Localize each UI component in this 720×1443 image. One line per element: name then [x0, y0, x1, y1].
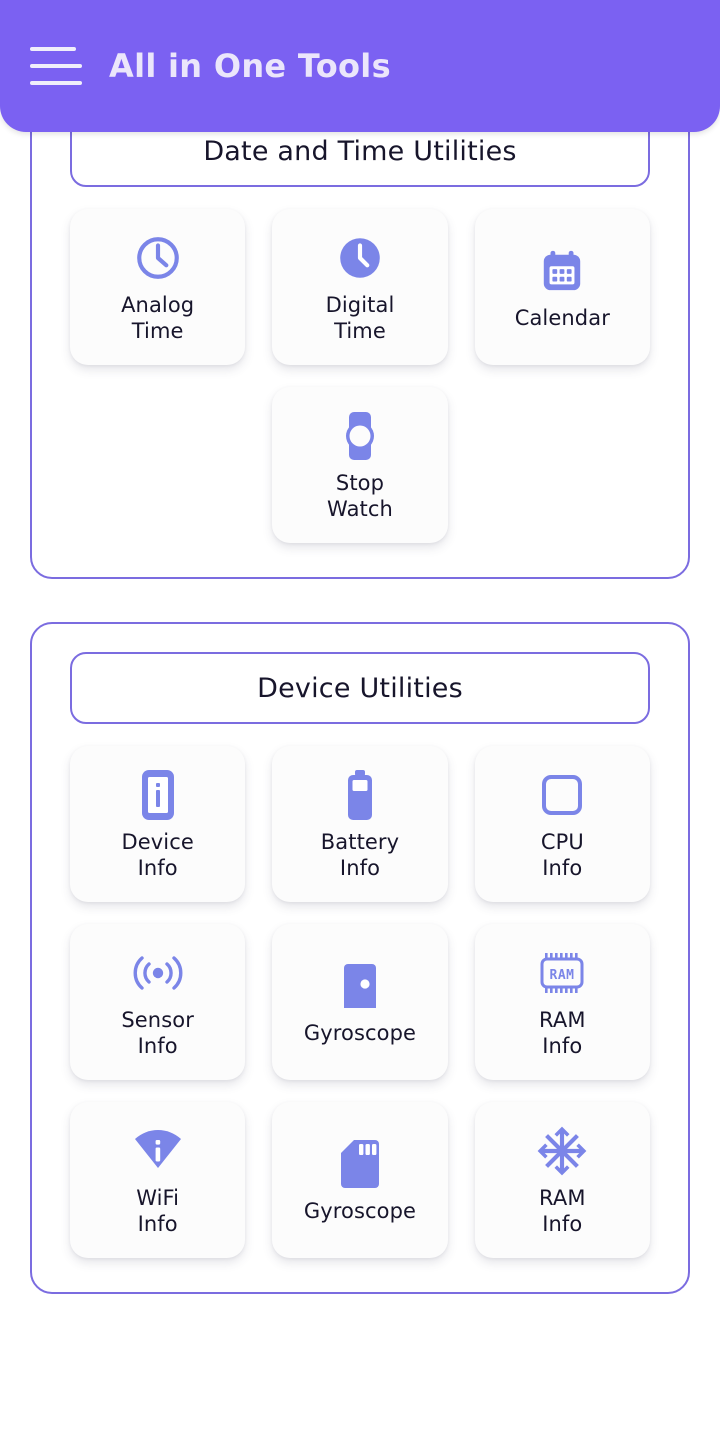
tile-label: Analog Time — [121, 293, 195, 343]
stopwatch-watch-icon — [337, 407, 383, 465]
tile-sensor-info[interactable]: Sensor Info — [70, 924, 246, 1080]
snowflake-icon — [537, 1122, 587, 1180]
tile-calendar[interactable]: Calendar — [474, 209, 650, 365]
sd-card-icon — [340, 1135, 380, 1193]
tile-label: Digital Time — [325, 293, 395, 343]
section-device-utilities: Device Utilities Device Info Battery Inf… — [30, 622, 690, 1294]
tile-label: Gyroscope — [303, 1021, 417, 1046]
cpu-square-icon — [540, 766, 584, 824]
tile-ram-info-2[interactable]: RAM Info — [474, 1102, 650, 1258]
hamburger-menu-icon[interactable] — [30, 43, 82, 89]
tile-label: Calendar — [514, 306, 610, 331]
tile-grid-date-time: Analog Time Digital Time Calendar Stop W… — [70, 209, 650, 543]
app-bar: All in One Tools — [0, 0, 720, 132]
tile-wifi-info[interactable]: WiFi Info — [70, 1102, 246, 1258]
tile-device-info[interactable]: Device Info — [70, 746, 246, 902]
section-title: Device Utilities — [257, 672, 463, 704]
gyroscope-icon — [340, 957, 380, 1015]
sensor-broadcast-icon — [132, 944, 184, 1002]
section-title: Date and Time Utilities — [203, 135, 517, 167]
tile-analog-time[interactable]: Analog Time — [70, 209, 246, 365]
tile-digital-time[interactable]: Digital Time — [272, 209, 448, 365]
wifi-info-icon — [132, 1122, 184, 1180]
digital-clock-icon — [335, 229, 385, 287]
section-date-and-time-utilities: Date and Time Utilities Analog Time Digi… — [30, 85, 690, 579]
ram-chip-icon: RAM — [536, 944, 588, 1002]
tile-gyroscope-1[interactable]: Gyroscope — [272, 924, 448, 1080]
analog-clock-icon — [133, 229, 183, 287]
tile-battery-info[interactable]: Battery Info — [272, 746, 448, 902]
hamburger-line — [30, 81, 82, 85]
tile-label: Sensor Info — [121, 1008, 194, 1058]
tile-stop-watch[interactable]: Stop Watch — [272, 387, 448, 543]
app-screen: Date and Time Utilities Analog Time Digi… — [0, 0, 720, 1443]
tile-label: RAM Info — [539, 1008, 586, 1058]
tile-cpu-info[interactable]: CPU Info — [474, 746, 650, 902]
tile-label: WiFi Info — [136, 1186, 180, 1236]
tile-label: Device Info — [121, 830, 194, 880]
tile-label: RAM Info — [539, 1186, 586, 1236]
calendar-icon — [539, 242, 585, 300]
tile-ram-info-1[interactable]: RAM RAM Info — [474, 924, 650, 1080]
tile-label: Battery Info — [320, 830, 400, 880]
battery-icon — [343, 766, 377, 824]
tile-gyroscope-2[interactable]: Gyroscope — [272, 1102, 448, 1258]
hamburger-line — [30, 64, 82, 68]
tile-grid-device: Device Info Battery Info CPU Info Sensor… — [70, 746, 650, 1258]
app-title: All in One Tools — [109, 47, 391, 85]
hamburger-line — [30, 47, 76, 51]
tile-label: Stop Watch — [327, 471, 393, 521]
tile-label: CPU Info — [540, 830, 584, 880]
svg-text:RAM: RAM — [550, 968, 575, 983]
tile-label: Gyroscope — [303, 1199, 417, 1224]
section-title-box: Device Utilities — [70, 652, 650, 724]
scroll-content[interactable]: Date and Time Utilities Analog Time Digi… — [0, 0, 720, 1294]
phone-info-icon — [140, 766, 176, 824]
